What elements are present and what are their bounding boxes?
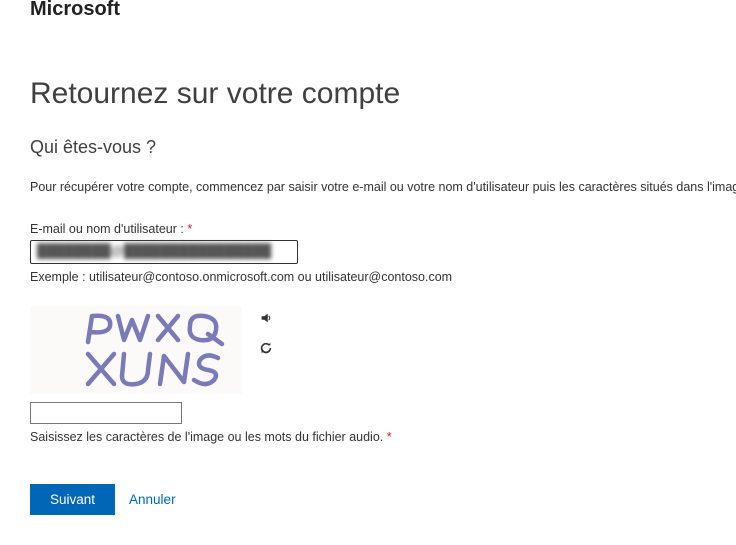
next-button[interactable]: Suivant [30, 484, 115, 515]
email-input[interactable]: ████████@████████████████ [30, 240, 298, 264]
captcha-input[interactable] [30, 402, 182, 424]
audio-icon[interactable] [258, 310, 274, 326]
email-label: E-mail ou nom d'utilisateur : * [30, 222, 706, 236]
instructions-text: Pour récupérer votre compte, commencez p… [30, 180, 706, 194]
required-marker: * [184, 222, 192, 236]
microsoft-logo: Microsoft [0, 0, 736, 29]
required-marker: * [383, 430, 391, 444]
email-value: ████████@████████████████ [37, 243, 271, 258]
captcha-hint-text: Saisissez les caractères de l'image ou l… [30, 430, 383, 444]
email-example: Exemple : utilisateur@contoso.onmicrosof… [30, 270, 706, 284]
captcha-image [30, 306, 242, 394]
refresh-icon[interactable] [258, 340, 274, 356]
page-subtitle: Qui êtes-vous ? [30, 137, 706, 158]
cancel-button[interactable]: Annuler [129, 492, 176, 507]
page-title: Retournez sur votre compte [30, 77, 706, 111]
captcha-hint: Saisissez les caractères de l'image ou l… [30, 430, 706, 444]
email-label-text: E-mail ou nom d'utilisateur : [30, 222, 184, 236]
